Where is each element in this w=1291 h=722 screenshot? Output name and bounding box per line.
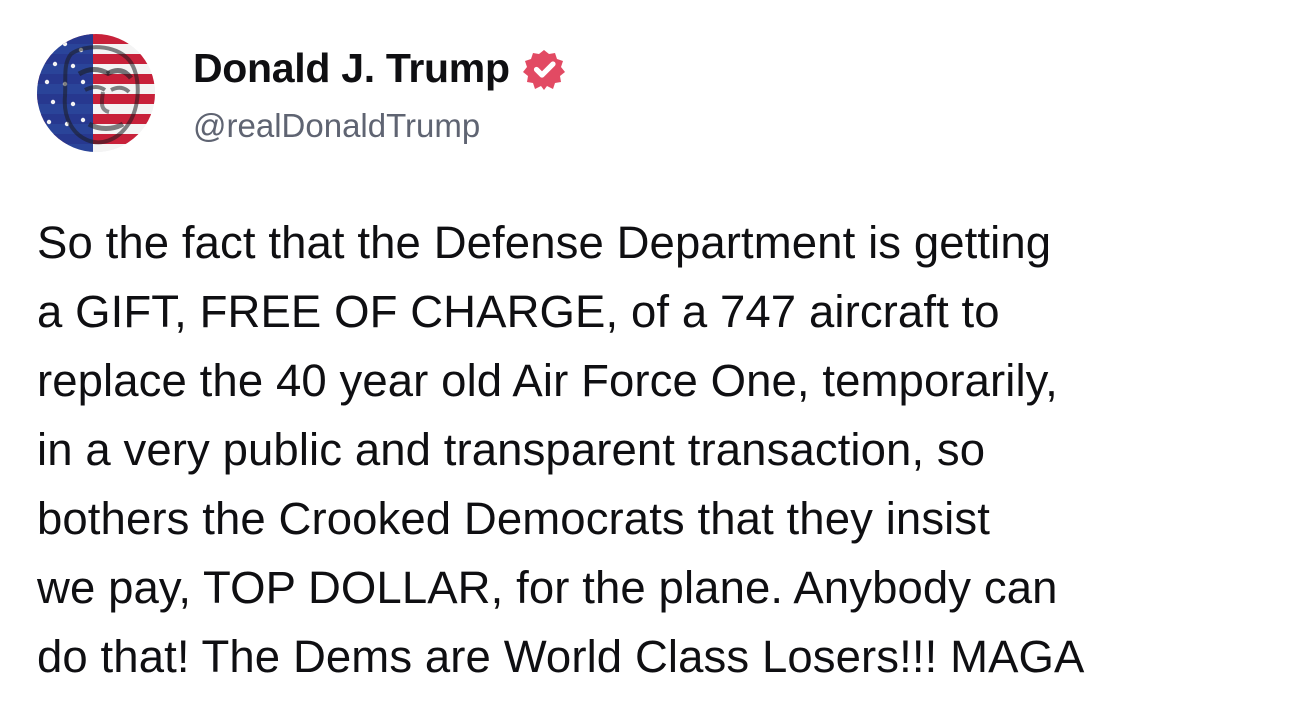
verified-badge-icon <box>522 47 566 91</box>
social-post: Donald J. Trump @realDonaldTrump So the … <box>0 0 1291 722</box>
author-row: Donald J. Trump <box>193 42 566 94</box>
post-text: So the fact that the Defense Department … <box>37 217 1085 682</box>
avatar[interactable] <box>37 34 155 152</box>
author-display-name[interactable]: Donald J. Trump <box>193 42 510 94</box>
flag-portrait-avatar-icon <box>37 34 155 152</box>
author-handle[interactable]: @realDonaldTrump <box>193 104 480 148</box>
